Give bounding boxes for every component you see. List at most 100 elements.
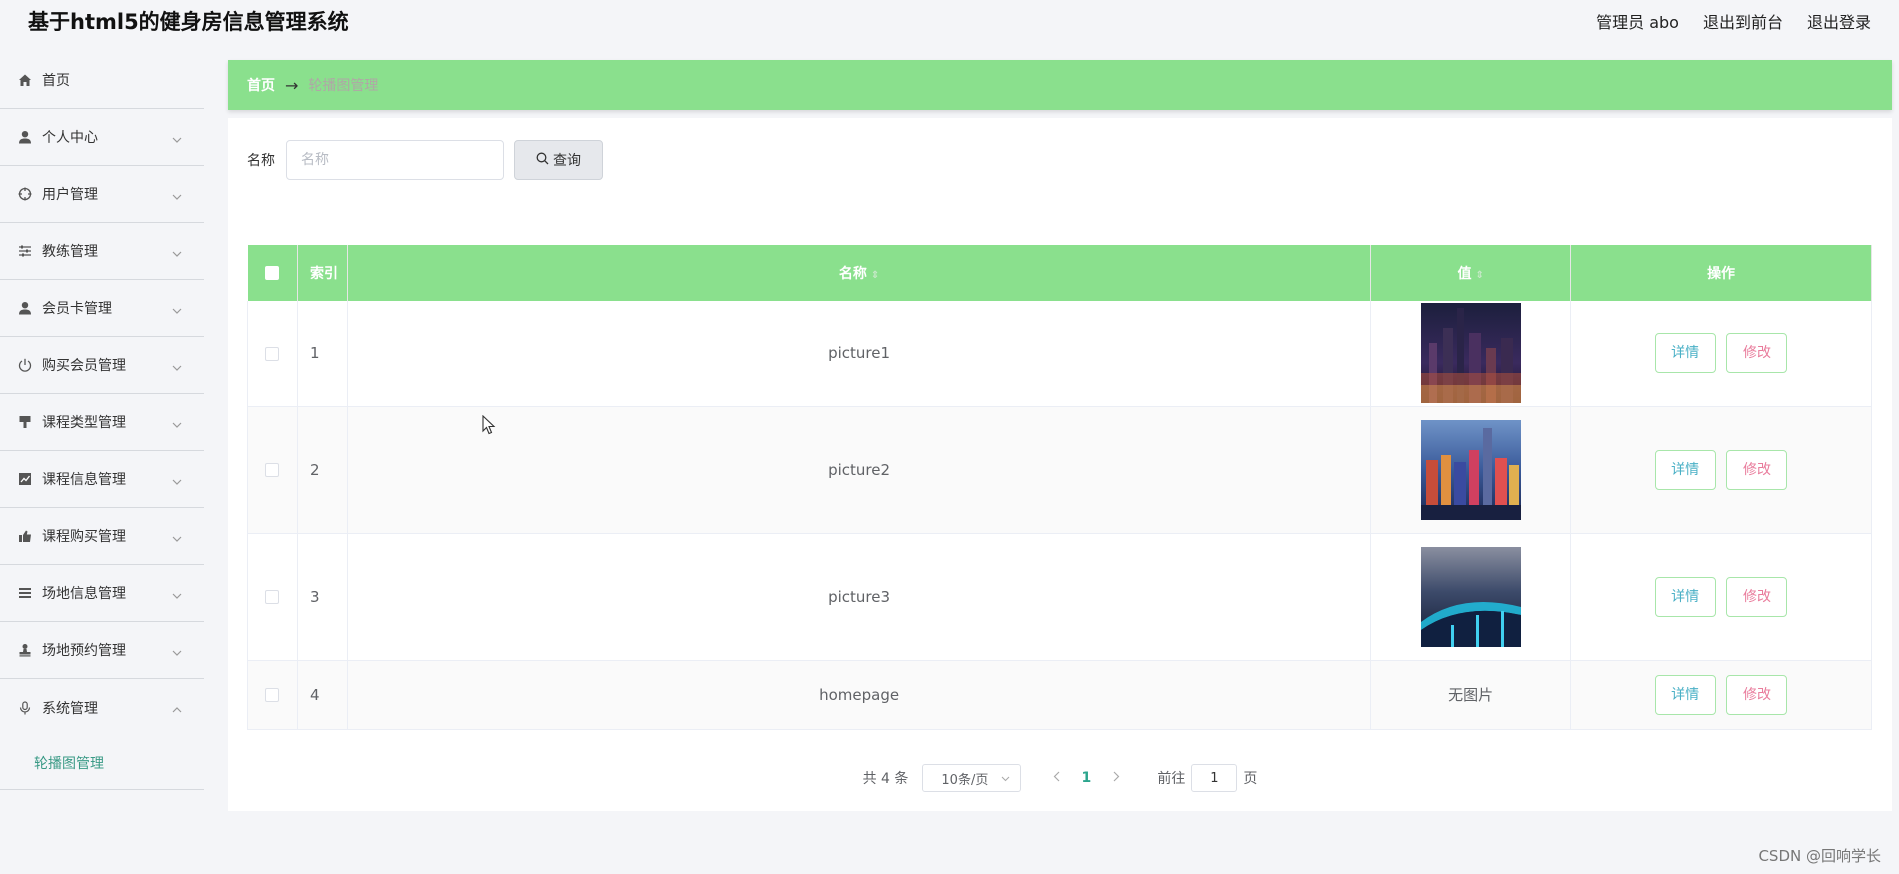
detail-button[interactable]: 详情 [1654,674,1716,715]
app-title: 基于html5的健身房信息管理系统 [28,10,349,34]
sidebar-item-user-management[interactable]: 用户管理 [0,166,204,223]
breadcrumb-home[interactable]: 首页 [247,75,275,95]
row-actions: 详情 修改 [1570,660,1872,730]
sidebar-item-course-purchase[interactable]: 课程购买管理 [0,508,204,565]
breadcrumb-current: 轮播图管理 [308,78,379,94]
sidebar-subitem-carousel-management[interactable]: 轮播图管理 [34,753,104,773]
row-actions: 详情 修改 [1570,406,1872,534]
table-row: 1 picture1 详情 修改 [247,301,1872,407]
sidebar-item-course-type[interactable]: 课程类型管理 [0,394,204,451]
sidebar-item-coach-management[interactable]: 教练管理 [0,223,204,280]
top-header: 基于html5的健身房信息管理系统 管理员 abo 退出到前台 退出登录 [0,0,1899,42]
row-checkbox[interactable] [265,590,280,604]
detail-button[interactable]: 详情 [1654,576,1716,617]
row-name: picture1 [347,301,1372,407]
search-button[interactable]: 查询 [514,140,603,180]
chevron-down-icon [172,359,182,375]
row-checkbox-cell [247,301,298,407]
pagination: 共 4 条 10条/页 1 前往 页 [228,764,1892,792]
edit-button[interactable]: 修改 [1726,333,1788,374]
sidebar-item-home[interactable]: 首页 [0,52,204,109]
sidebar-item-venue-info[interactable]: 场地信息管理 [0,565,204,622]
chevron-down-icon [172,188,182,204]
column-header-name-label: 名称 [838,266,867,282]
mouse-cursor-icon [482,414,496,439]
goto-page: 前往 页 [1157,764,1257,792]
row-checkbox[interactable] [265,346,280,361]
search-input[interactable] [286,140,504,180]
main-content: 名称 查询 索引 名称⇕ 值⇕ 操作 1 pi [228,118,1892,811]
sliders-icon [18,244,32,258]
sidebar-item-system-management[interactable]: 系统管理 [0,679,204,736]
prev-page-button[interactable] [1041,770,1071,786]
carousel-table: 索引 名称 ⇕ 值 ⇕ 操作 1 picture1 详情 修改 2 pictur… [247,245,1872,730]
sidebar-item-label: 课程购买管理 [42,529,126,545]
sidebar-item-label: 系统管理 [42,700,98,717]
column-header-index: 索引 [297,245,348,301]
sidebar-item-label: 场地信息管理 [42,586,126,602]
sort-icon: ⇕ [1475,270,1484,281]
row-name: homepage [347,660,1372,730]
row-value-text: 无图片 [1370,660,1572,730]
row-index: 3 [297,533,348,661]
sidebar-item-purchase-membership[interactable]: 购买会员管理 [0,337,204,394]
search-bar: 名称 查询 [247,140,603,180]
sidebar-item-personal-center[interactable]: 个人中心 [0,109,204,166]
detail-button[interactable]: 详情 [1654,333,1716,374]
select-all-checkbox[interactable] [265,266,280,280]
row-checkbox[interactable] [265,463,280,477]
sidebar-item-course-info[interactable]: 课程信息管理 [0,451,204,508]
chevron-down-icon [1001,771,1010,786]
column-header-name[interactable]: 名称 ⇕ [347,245,1372,301]
column-header-actions: 操作 [1570,245,1872,301]
edit-button[interactable]: 修改 [1726,576,1788,617]
home-icon [18,73,32,87]
row-value-cell [1370,301,1572,407]
next-page-button[interactable] [1101,770,1131,786]
sort-icon: ⇕ [870,270,880,281]
carousel-thumbnail [1420,546,1521,647]
sidebar-item-venue-booking[interactable]: 场地预约管理 [0,622,204,679]
edit-button[interactable]: 修改 [1726,674,1788,715]
row-index: 1 [297,301,348,407]
search-button-label: 查询 [553,153,581,169]
chevron-up-icon [172,701,182,717]
exit-to-frontend-link[interactable]: 退出到前台 [1703,9,1783,33]
carousel-thumbnail [1420,303,1521,404]
breadcrumb: 首页 → 轮播图管理 [228,60,1892,110]
table-header-row: 索引 名称 ⇕ 值 ⇕ 操作 [247,245,1872,301]
chevron-down-icon [172,302,182,318]
sidebar-item-label: 会员卡管理 [42,301,112,317]
page-size-value: 10条/页 [941,772,989,788]
logout-link[interactable]: 退出登录 [1807,9,1871,33]
table-row: 4 homepage 无图片 详情 修改 [247,660,1872,730]
row-value-cell [1370,533,1572,661]
column-header-value-label: 值 [1457,266,1472,282]
target-icon [18,187,32,201]
power-icon [18,358,32,372]
goto-page-input[interactable] [1191,764,1238,792]
list-icon [18,586,32,600]
search-label: 名称 [247,153,275,169]
stamp-icon [18,643,32,657]
edit-button[interactable]: 修改 [1726,449,1788,490]
chart-icon [18,472,32,486]
detail-button[interactable]: 详情 [1654,449,1716,490]
sidebar-item-label: 教练管理 [42,244,98,260]
chevron-down-icon [172,530,182,546]
sidebar-item-label: 用户管理 [42,187,98,203]
page-size-select[interactable]: 10条/页 [922,764,1022,792]
mic-icon [18,700,32,715]
sidebar-item-membership-card[interactable]: 会员卡管理 [0,280,204,337]
column-header-value[interactable]: 值 ⇕ [1370,245,1572,301]
sidebar-item-label: 课程信息管理 [42,472,126,488]
sidebar-item-label: 课程类型管理 [42,415,126,431]
row-actions: 详情 修改 [1570,301,1872,407]
select-all-cell [247,245,298,301]
user-icon [18,130,32,144]
page-number-current[interactable]: 1 [1071,770,1101,786]
admin-user-label[interactable]: 管理员 abo [1596,9,1679,33]
row-name: picture3 [347,533,1372,661]
row-checkbox[interactable] [265,688,280,702]
header-links: 管理员 abo 退出到前台 退出登录 [1596,9,1871,33]
